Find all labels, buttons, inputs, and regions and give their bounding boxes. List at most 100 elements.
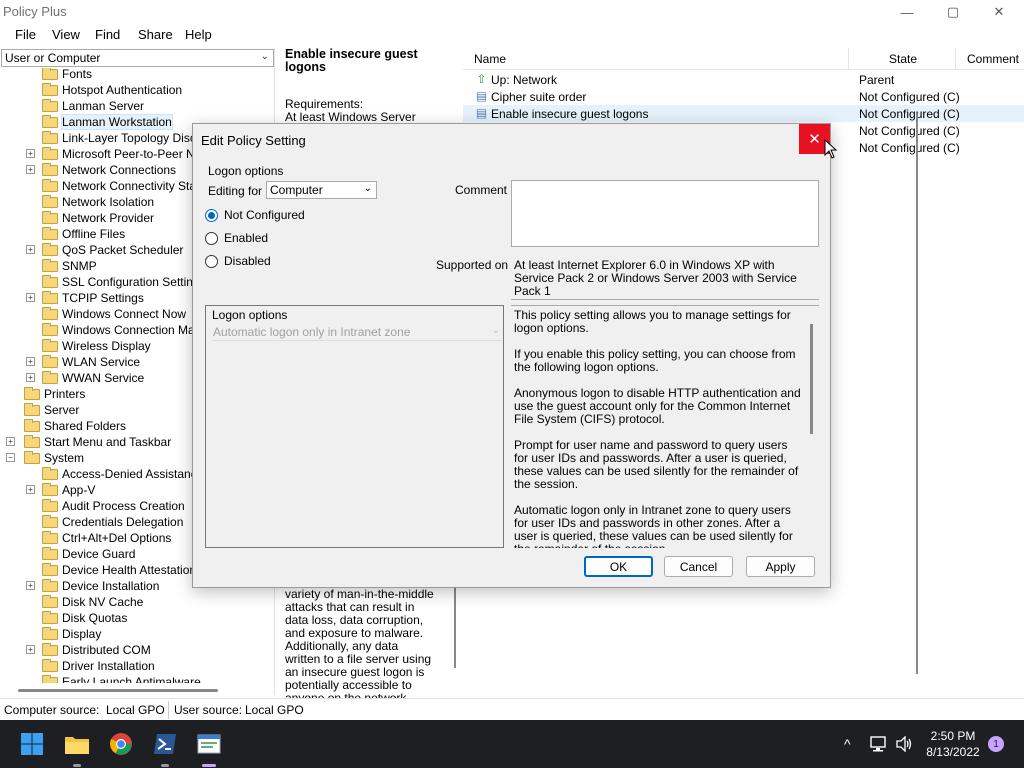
expand-icon[interactable]: + <box>26 485 35 494</box>
editing-for-value: Computer <box>270 183 323 197</box>
tree-item[interactable]: Display <box>42 626 101 642</box>
tree-item[interactable]: + QoS Packet Scheduler <box>26 242 183 258</box>
powershell-button[interactable] <box>151 730 179 758</box>
tree-item[interactable]: Shared Folders <box>24 418 126 434</box>
ok-button[interactable]: OK <box>584 556 653 577</box>
tree-item-label: Network Isolation <box>62 195 155 209</box>
tree-item[interactable]: Disk NV Cache <box>42 594 143 610</box>
tree-item-label: WLAN Service <box>62 355 141 369</box>
expand-icon[interactable]: + <box>26 373 35 382</box>
tree-item[interactable]: + TCPIP Settings <box>26 290 144 306</box>
menu-help[interactable]: Help <box>185 27 212 42</box>
help-panel[interactable]: This policy setting allows you to manage… <box>511 305 819 548</box>
minimize-button[interactable]: — <box>884 0 930 24</box>
tree-item[interactable]: Lanman Server <box>42 98 144 114</box>
tree-item[interactable]: Hotspot Authentication <box>42 82 182 98</box>
expand-icon[interactable]: + <box>26 645 35 654</box>
column-state[interactable]: State <box>889 52 917 66</box>
expand-icon[interactable]: + <box>26 149 35 158</box>
list-item-state: Not Configured (C) <box>859 90 960 104</box>
tree-item[interactable]: + App-V <box>26 482 95 498</box>
tree-item[interactable]: Early Launch Antimalware <box>42 674 201 683</box>
tree-item[interactable]: Offline Files <box>42 226 125 242</box>
tree-item-label: Network Connections <box>62 163 177 177</box>
expand-icon[interactable]: + <box>26 293 35 302</box>
chrome-button[interactable] <box>107 730 135 758</box>
menu-file[interactable]: File <box>15 27 36 42</box>
comment-label: Comment <box>455 183 508 197</box>
computer-source-value: Local GPO <box>106 703 165 717</box>
tree-item[interactable]: Network Provider <box>42 210 154 226</box>
help-scrollbar[interactable] <box>810 324 813 434</box>
tree-item[interactable]: Driver Installation <box>42 658 155 674</box>
expand-icon[interactable]: + <box>26 165 35 174</box>
tree-item[interactable]: Disk Quotas <box>42 610 127 626</box>
tree-item[interactable]: Network Isolation <box>42 194 154 210</box>
menu-find[interactable]: Find <box>95 27 120 42</box>
scope-select-value: User or Computer <box>5 51 101 65</box>
policy-plus-button[interactable] <box>195 730 223 758</box>
volume-button[interactable] <box>895 720 913 768</box>
tree-item[interactable]: SNMP <box>42 258 97 274</box>
folder-icon <box>42 594 58 608</box>
tree-item-label: Device Guard <box>62 547 136 561</box>
list-item[interactable]: ▤ Cipher suite order Not Configured (C) <box>463 88 1024 105</box>
notification-badge[interactable]: 1 <box>988 736 1004 752</box>
tree-item[interactable]: + Distributed COM <box>26 642 151 658</box>
tree-item[interactable]: Wireless Display <box>42 338 151 354</box>
collapse-icon[interactable]: − <box>6 453 15 462</box>
list-scrollbar[interactable] <box>916 114 918 674</box>
list-item[interactable]: ▤ Enable insecure guest logons Not Configu… <box>463 105 1024 122</box>
tree-item[interactable]: Access-Denied Assistance <box>42 466 203 482</box>
list-item[interactable]: ⇧ Up: Network Parent <box>463 71 1024 88</box>
expand-icon[interactable]: + <box>26 245 35 254</box>
start-button[interactable] <box>18 730 46 758</box>
tree-item[interactable]: Device Guard <box>42 546 135 562</box>
tree-item[interactable]: Credentials Delegation <box>42 514 183 530</box>
radio-not-configured[interactable]: Not Configured <box>205 208 305 222</box>
file-explorer-button[interactable] <box>63 730 91 758</box>
tree-item[interactable]: + Network Connections <box>26 162 177 178</box>
window-titlebar[interactable]: Policy Plus — ▢ ✕ <box>0 0 1024 24</box>
tree-item[interactable]: + Device Installation <box>26 578 159 594</box>
tree-item[interactable]: Server <box>24 402 79 418</box>
tree-item[interactable]: Ctrl+Alt+Del Options <box>42 530 171 546</box>
help-paragraph: If you enable this policy setting, you c… <box>514 347 796 374</box>
radio-disabled[interactable]: Disabled <box>205 254 271 268</box>
cancel-button[interactable]: Cancel <box>664 556 733 577</box>
clock-time: 2:50 PM <box>930 729 976 743</box>
menu-view[interactable]: View <box>52 27 80 42</box>
scope-select[interactable]: User or Computer ⌄ <box>1 49 274 67</box>
tree-item[interactable]: Lanman Workstation <box>42 114 173 130</box>
tree-item[interactable]: − System <box>6 450 84 466</box>
tree-item[interactable]: Windows Connect Now <box>42 306 186 322</box>
tree-item[interactable]: + WWAN Service <box>26 370 144 386</box>
tree-item[interactable]: Fonts <box>42 68 92 82</box>
network-status-button[interactable] <box>870 720 888 768</box>
tree-item-label: Server <box>44 403 80 417</box>
close-window-button[interactable]: ✕ <box>976 0 1022 24</box>
tree-item[interactable]: SSL Configuration Settings <box>42 274 206 290</box>
radio-enabled[interactable]: Enabled <box>205 231 268 245</box>
menu-share[interactable]: Share <box>138 27 173 42</box>
horizontal-scrollbar[interactable] <box>18 689 218 692</box>
folder-icon <box>42 306 58 320</box>
tree-item[interactable]: Printers <box>24 386 85 402</box>
close-icon: ✕ <box>993 4 1005 19</box>
tree-item[interactable]: + Start Menu and Taskbar <box>6 434 171 450</box>
maximize-button[interactable]: ▢ <box>930 0 976 24</box>
expand-icon[interactable]: + <box>26 357 35 366</box>
clock[interactable]: 2:50 PM 8/13/2022 <box>918 728 988 760</box>
apply-button[interactable]: Apply <box>746 556 815 577</box>
tree-item[interactable]: + WLAN Service <box>26 354 141 370</box>
column-comment[interactable]: Comment <box>967 52 1019 66</box>
tree-item[interactable]: Audit Process Creation <box>42 498 185 514</box>
comment-textarea[interactable] <box>511 180 819 247</box>
expand-icon[interactable]: + <box>26 581 35 590</box>
edit-policy-dialog: Edit Policy Setting ✕ Logon options Edit… <box>192 123 831 588</box>
tray-overflow-button[interactable]: ^ <box>844 720 851 768</box>
expand-icon[interactable]: + <box>6 437 15 446</box>
policy-title: Enable insecure guest logons <box>285 47 418 74</box>
editing-for-select[interactable]: Computer ⌄ <box>266 181 377 199</box>
column-name[interactable]: Name <box>474 52 506 66</box>
